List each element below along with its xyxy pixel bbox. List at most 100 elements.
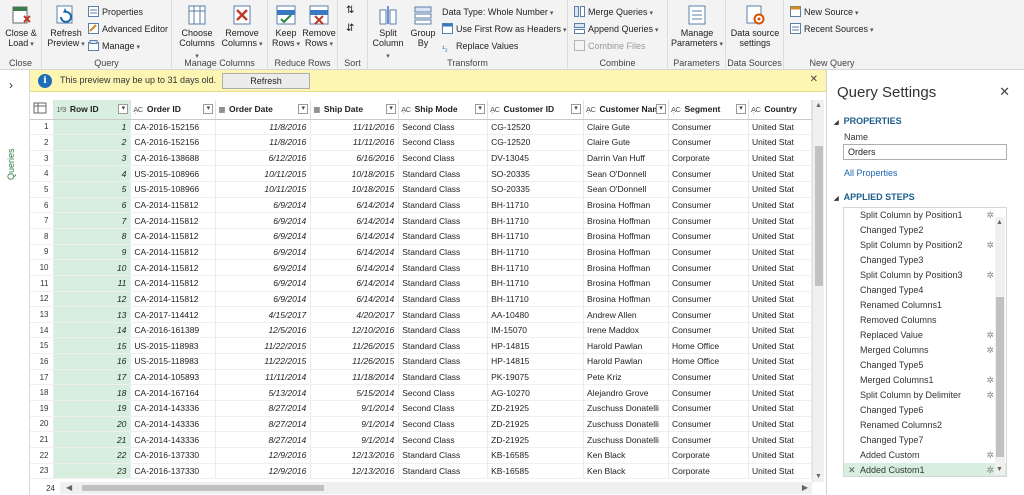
table-cell[interactable]: Corporate — [668, 150, 749, 167]
table-cell[interactable]: Second Class — [398, 400, 489, 417]
step-settings-gear-icon[interactable]: ✲ — [986, 208, 994, 223]
remove-rows-button[interactable]: Remove Rows — [302, 4, 336, 50]
step-settings-gear-icon[interactable]: ✲ — [986, 328, 994, 343]
table-cell[interactable]: CA-2014-143336 — [130, 400, 217, 417]
scroll-up-icon[interactable]: ▲ — [996, 219, 1003, 226]
table-cell[interactable]: Standard Class — [398, 212, 489, 229]
column-header[interactable]: ▦ Order Date ▾ — [215, 100, 312, 120]
table-cell[interactable]: Standard Class — [398, 181, 489, 198]
applied-step[interactable]: Replaced Value ✲ — [844, 328, 1006, 343]
table-cell[interactable]: Brosina Hoffman — [583, 197, 670, 214]
filter-dropdown-icon[interactable]: ▾ — [735, 104, 746, 114]
table-cell[interactable]: Second Class — [398, 150, 489, 167]
column-type-icon[interactable]: A᷊C — [586, 105, 596, 114]
sort-ascending-icon[interactable]: ⇅ — [346, 4, 354, 18]
table-cell[interactable]: 6/14/2014 — [310, 197, 400, 214]
table-cell[interactable]: 6/14/2014 — [310, 291, 400, 308]
table-cell[interactable]: HP-14815 — [487, 337, 585, 355]
table-cell[interactable]: United Stat — [748, 134, 812, 151]
table-cell[interactable]: 11/18/2014 — [310, 369, 400, 386]
table-cell[interactable]: Brosina Hoffman — [583, 275, 670, 292]
table-cell[interactable]: Brosina Hoffman — [583, 244, 670, 261]
table-cell[interactable]: Second Class — [398, 384, 489, 402]
table-cell[interactable]: KB-16585 — [487, 447, 585, 464]
all-properties-link[interactable]: All Properties — [844, 168, 898, 178]
table-cell[interactable]: United Stat — [748, 181, 812, 198]
data-source-settings-button[interactable]: Data source settings — [728, 4, 782, 48]
table-row[interactable]: 14 14 CA-2016-161389 12/5/2016 12/10/2016 Sta… — [30, 322, 812, 339]
table-cell[interactable]: Consumer — [668, 228, 749, 245]
scroll-up-icon[interactable]: ▲ — [815, 102, 822, 109]
filter-dropdown-icon[interactable]: ▾ — [118, 104, 129, 114]
table-cell[interactable]: 11/11/2016 — [310, 134, 400, 151]
column-header[interactable]: A᷊C Ship Mode ▾ — [398, 100, 489, 120]
keep-rows-button[interactable]: Keep Rows — [270, 4, 302, 50]
applied-step[interactable]: Added Custom ✲ — [844, 448, 1006, 463]
table-row[interactable]: 21 21 CA-2014-143336 8/27/2014 9/1/2014 Secon… — [30, 431, 812, 448]
recent-sources-button[interactable]: Recent Sources — [790, 22, 874, 36]
table-cell[interactable]: DV-13045 — [487, 150, 585, 167]
table-cell[interactable]: Zuschuss Donatelli — [583, 400, 670, 417]
table-corner[interactable] — [30, 100, 55, 120]
table-cell[interactable]: PK-19075 — [487, 369, 585, 386]
column-header[interactable]: A᷊C Customer ID ▾ — [487, 100, 585, 120]
table-cell[interactable]: Brosina Hoffman — [583, 291, 670, 308]
applied-step[interactable]: Split Column by Position3 ✲ — [844, 268, 1006, 283]
table-cell[interactable]: Brosina Hoffman — [583, 212, 670, 229]
applied-step[interactable]: Changed Type2 — [844, 223, 1006, 238]
column-header[interactable]: 1²3 Row ID ▾ — [53, 100, 132, 120]
table-cell[interactable]: Consumer — [668, 291, 749, 308]
table-cell[interactable]: CA-2014-143336 — [130, 416, 217, 433]
new-source-button[interactable]: New Source — [790, 5, 859, 19]
table-cell[interactable]: 14 — [53, 322, 132, 339]
table-cell[interactable]: Consumer — [668, 306, 749, 323]
table-cell[interactable]: United Stat — [748, 369, 812, 386]
table-cell[interactable]: Standard Class — [398, 291, 489, 308]
table-cell[interactable]: IM-15070 — [487, 322, 585, 339]
table-cell[interactable]: 11/11/2016 — [310, 119, 400, 136]
table-row[interactable]: 2 2 CA-2016-152156 11/8/2016 11/11/2016 Secon… — [30, 134, 812, 151]
table-row[interactable]: 10 10 CA-2014-115812 6/9/2014 6/14/2014 Stand… — [30, 259, 812, 276]
properties-button[interactable]: Properties — [88, 5, 143, 19]
table-cell[interactable]: Second Class — [398, 416, 489, 433]
table-cell[interactable]: Zuschuss Donatelli — [583, 416, 670, 433]
table-cell[interactable]: 6/9/2014 — [215, 275, 312, 292]
table-cell[interactable]: 15 — [53, 337, 132, 355]
table-row[interactable]: 17 17 CA-2014-105893 11/11/2014 11/18/2014 St… — [30, 369, 812, 386]
table-cell[interactable]: 9/1/2014 — [310, 400, 400, 417]
scroll-left-icon[interactable]: ◀ — [66, 483, 72, 492]
table-row[interactable]: 9 9 CA-2014-115812 6/9/2014 6/14/2014 Standar… — [30, 244, 812, 261]
table-cell[interactable]: Harold Pawlan — [583, 353, 670, 370]
applied-step[interactable]: Changed Type7 — [844, 433, 1006, 448]
table-cell[interactable]: 10/18/2015 — [310, 165, 400, 183]
table-cell[interactable]: Corporate — [668, 463, 749, 480]
table-cell[interactable]: 4/15/2017 — [215, 306, 312, 323]
table-cell[interactable]: 12/9/2016 — [215, 447, 312, 464]
table-cell[interactable]: US-2015-118983 — [130, 337, 217, 355]
table-cell[interactable]: US-2015-118983 — [130, 353, 217, 370]
table-cell[interactable]: Consumer — [668, 119, 749, 136]
table-cell[interactable]: Standard Class — [398, 353, 489, 370]
table-cell[interactable]: Consumer — [668, 181, 749, 198]
table-cell[interactable]: 6/9/2014 — [215, 244, 312, 261]
table-row[interactable]: 19 19 CA-2014-143336 8/27/2014 9/1/2014 Secon… — [30, 400, 812, 417]
table-cell[interactable]: SO-20335 — [487, 181, 585, 198]
table-cell[interactable]: 8 — [53, 228, 132, 245]
table-cell[interactable]: CA-2014-115812 — [130, 259, 217, 276]
table-cell[interactable]: 6/16/2016 — [310, 150, 400, 167]
table-cell[interactable]: 6/14/2014 — [310, 212, 400, 229]
table-cell[interactable]: 22 — [53, 447, 132, 464]
table-cell[interactable]: United Stat — [748, 275, 812, 292]
table-cell[interactable]: 12/5/2016 — [215, 322, 312, 339]
table-cell[interactable]: Consumer — [668, 384, 749, 402]
table-cell[interactable]: 5/15/2014 — [310, 384, 400, 402]
table-cell[interactable]: CA-2017-114412 — [130, 306, 217, 323]
table-cell[interactable]: CA-2014-115812 — [130, 197, 217, 214]
delete-step-icon[interactable]: ✕ — [848, 463, 856, 476]
column-type-icon[interactable]: A᷊C — [751, 105, 761, 114]
table-cell[interactable]: 11 — [53, 275, 132, 292]
table-row[interactable]: 8 8 CA-2014-115812 6/9/2014 6/14/2014 Standar… — [30, 228, 812, 245]
table-cell[interactable]: Ken Black — [583, 447, 670, 464]
table-row[interactable]: 3 3 CA-2016-138688 6/12/2016 6/16/2016 Second… — [30, 150, 812, 167]
table-cell[interactable]: 23 — [53, 463, 132, 480]
